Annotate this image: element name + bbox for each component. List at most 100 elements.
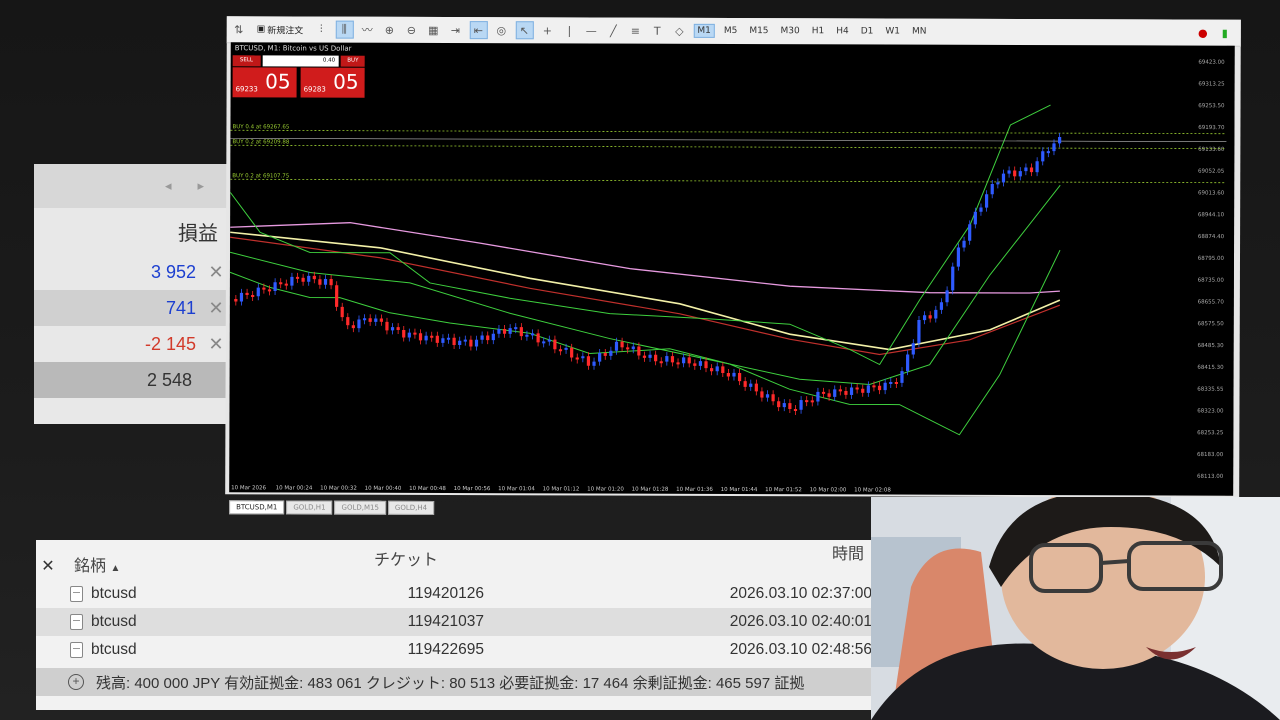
candle-body [782, 403, 786, 408]
close-position-icon[interactable]: ✕ [208, 298, 224, 319]
price-axis-label: 68795.00 [1198, 256, 1225, 262]
candle-body [805, 400, 809, 403]
candle-body [469, 339, 473, 347]
candle-body [480, 335, 484, 340]
arrow-left-icon[interactable]: ◂ [165, 179, 172, 194]
col-symbol[interactable]: 銘柄 ▲ [60, 552, 374, 576]
pl-row[interactable]: 3 952 ✕ [34, 254, 234, 290]
candle-body [777, 401, 781, 408]
candle-body [234, 298, 238, 302]
time-axis-label: 10 Mar 2026 [231, 485, 266, 491]
chart-tab[interactable]: GOLD,H1 [286, 500, 333, 515]
zoom-out-icon[interactable]: ⊖ [403, 22, 419, 38]
price-axis-label: 68323.00 [1197, 408, 1224, 414]
pl-row[interactable]: 741 ✕ [34, 290, 234, 326]
chart-shift-icon[interactable]: ⇤ [469, 21, 488, 40]
row-time: 2026.03.10 02:40:01 [729, 613, 872, 630]
candle-body [726, 373, 730, 377]
close-position-icon[interactable]: ✕ [208, 334, 224, 355]
table-row[interactable]: btcusd 119422695 2026.03.10 02:48:56 [36, 636, 872, 664]
trendline-icon[interactable]: ╱ [605, 23, 621, 39]
candle-body [637, 346, 641, 356]
candle-body [665, 356, 669, 362]
line-chart-icon[interactable]: 〰 [359, 22, 375, 38]
candle-body [307, 275, 311, 282]
new-order-button[interactable]: ▣ 新規注文 [253, 23, 308, 36]
tf-w1[interactable]: W1 [882, 26, 903, 38]
cursor-icon[interactable]: ↖ [515, 21, 534, 40]
tf-h4[interactable]: H4 [833, 25, 852, 37]
table-row[interactable]: btcusd 119420126 2026.03.10 02:37:00 [36, 580, 872, 608]
candle-body [682, 357, 686, 364]
candle-body [1029, 167, 1034, 173]
document-icon [70, 642, 83, 658]
candle-body [284, 283, 288, 286]
pl-row[interactable]: -2 145 ✕ [34, 326, 234, 362]
time-axis-label: 10 Mar 01:12 [543, 486, 580, 492]
candle-body [906, 354, 910, 372]
tf-h1[interactable]: H1 [809, 25, 828, 37]
vertical-line-icon[interactable]: | [561, 22, 577, 38]
arrow-right-icon[interactable]: ▸ [197, 179, 204, 194]
close-panel-icon[interactable]: ✕ [36, 556, 60, 576]
tf-m1[interactable]: M1 [693, 23, 715, 38]
table-row[interactable]: btcusd 119421037 2026.03.10 02:40:01 [36, 608, 872, 636]
grid-icon[interactable]: ▦ [425, 22, 441, 38]
candle-body [721, 366, 725, 374]
order-level-label: BUY 0.2 at 69209.88 [232, 139, 289, 145]
zoom-in-icon[interactable]: ⊕ [381, 22, 397, 38]
order-level-label: BUY 0.4 at 69267.65 [232, 124, 289, 130]
candle-body [357, 319, 361, 329]
candle-body [502, 329, 507, 334]
pl-total: 2 548 [34, 362, 234, 398]
chart-tab[interactable]: BTCUSD,M1 [229, 500, 285, 515]
candle-body [262, 287, 266, 290]
candle-body [934, 309, 938, 319]
text-tool-icon[interactable]: T [649, 23, 665, 39]
horizontal-line-icon[interactable]: — [583, 22, 599, 38]
autoscroll-icon[interactable]: ⇥ [447, 22, 463, 38]
candle-body [446, 337, 451, 340]
bar-chart-icon[interactable]: ⫶ [313, 22, 329, 38]
candle-body [962, 240, 966, 248]
price-axis-label: 69253.50 [1198, 103, 1225, 109]
col-time[interactable]: 時間 [594, 540, 864, 564]
expand-plus-icon[interactable]: + [68, 674, 84, 690]
candle-body [536, 333, 540, 343]
candle-body [530, 333, 535, 336]
channel-icon[interactable]: ≡ [627, 23, 643, 39]
candle-body [614, 341, 619, 351]
candle-body [889, 381, 893, 384]
candlestick-icon[interactable]: ⫼ [335, 20, 354, 39]
chart-tab[interactable]: GOLD,M15 [334, 500, 386, 515]
price-axis-label: 68113.00 [1197, 474, 1224, 480]
tf-m30[interactable]: M30 [778, 25, 803, 37]
col-ticket[interactable]: チケット [374, 540, 594, 570]
crosshair-icon[interactable]: + [539, 22, 555, 38]
indicators-icon[interactable]: ◎ [493, 22, 509, 38]
toolbar-right: ● ▮ [1195, 25, 1241, 41]
candle-body [861, 388, 865, 393]
close-position-icon[interactable]: ✕ [208, 262, 224, 283]
tf-mn[interactable]: MN [909, 26, 930, 38]
notifications-icon[interactable]: ● [1195, 25, 1211, 41]
price-axis-label: 68335.55 [1197, 387, 1224, 393]
candle-body [318, 279, 322, 285]
candle-body [351, 325, 355, 329]
candle-body [883, 382, 887, 391]
tf-m15[interactable]: M15 [746, 25, 771, 37]
pl-value: -2 145 [144, 333, 196, 354]
tf-m5[interactable]: M5 [721, 25, 741, 37]
candle-body [239, 292, 244, 302]
price-chart[interactable]: BTCUSD, M1: Bitcoin vs US Dollar SELL 0.… [229, 42, 1235, 496]
algo-icon[interactable]: ⇅ [231, 21, 247, 37]
candle-body [1001, 173, 1006, 183]
tf-d1[interactable]: D1 [858, 25, 877, 37]
shapes-icon[interactable]: ◇ [671, 23, 687, 39]
candle-body [323, 278, 328, 285]
candle-body [922, 315, 927, 321]
candle-body [900, 371, 904, 383]
price-axis-label: 68485.30 [1197, 343, 1224, 349]
chart-tab[interactable]: GOLD,H4 [387, 500, 435, 515]
row-symbol: btcusd [91, 613, 137, 630]
